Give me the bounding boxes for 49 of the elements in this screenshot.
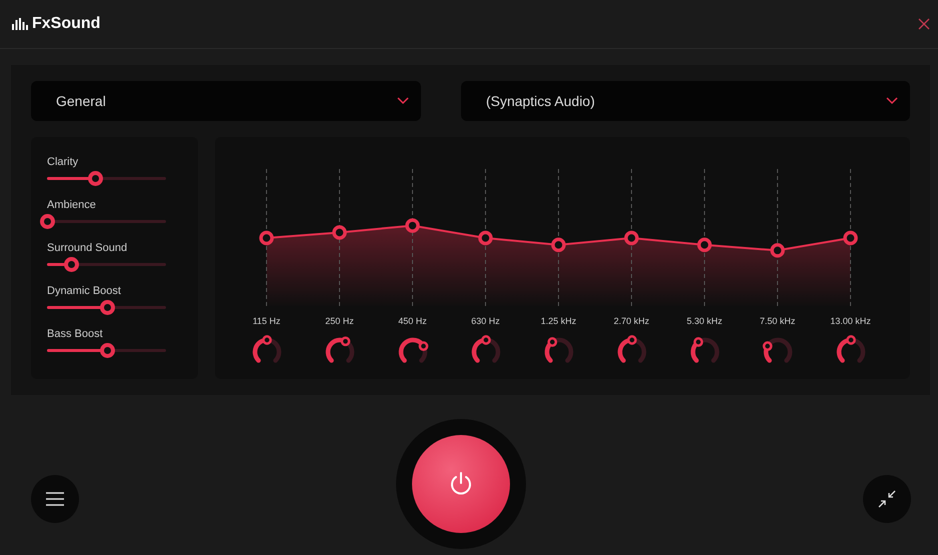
slider-thumb[interactable] [88, 171, 103, 186]
eq-handle[interactable] [624, 230, 639, 246]
band-slider[interactable] [770, 168, 785, 308]
band-label: 1.25 kHz [540, 315, 576, 328]
effect-label: Dynamic Boost [47, 284, 121, 298]
slider-thumb[interactable] [100, 300, 114, 315]
eq-handle[interactable] [332, 225, 347, 240]
band-label: 450 Hz [398, 315, 427, 328]
device-dropdown[interactable]: (Synaptics Audio) [460, 81, 910, 121]
band-slider[interactable] [551, 168, 566, 308]
chevron-icon [396, 97, 409, 105]
eq-handle[interactable] [478, 230, 493, 246]
band-label: 250 Hz [325, 315, 354, 328]
eq-handle[interactable] [405, 218, 420, 233]
eq-handle[interactable] [770, 243, 785, 258]
eq-handle[interactable] [697, 238, 712, 252]
effect-label: Clarity [47, 155, 78, 169]
band-slider[interactable] [697, 168, 712, 308]
menu-icon [46, 492, 64, 506]
band-slider[interactable] [259, 168, 274, 308]
band-slider[interactable] [478, 168, 493, 308]
eq-handle[interactable] [843, 230, 858, 246]
preset-dropdown[interactable]: General [31, 81, 421, 121]
eq-handle[interactable] [551, 238, 566, 252]
minimize-icon [877, 489, 897, 509]
effect-label: Ambience [47, 198, 96, 212]
band-label: 7.50 kHz [760, 315, 796, 328]
slider-thumb[interactable] [64, 257, 79, 272]
band-slider[interactable] [405, 168, 420, 308]
logo-icon [12, 18, 28, 30]
slider-thumb[interactable] [100, 343, 114, 358]
power-icon [448, 471, 474, 497]
effect-label: Surround Sound [47, 241, 128, 255]
band-slider[interactable] [624, 168, 639, 308]
slider-thumb[interactable] [40, 214, 55, 229]
band-label: 115 Hz [252, 315, 280, 328]
band-label: 2.70 kHz [614, 315, 650, 328]
band-label: 13.00 kHz [830, 315, 871, 328]
close-icon[interactable] [918, 18, 930, 30]
eq-handle[interactable] [259, 230, 274, 246]
band-label: 630 Hz [471, 315, 500, 328]
chevron-icon [886, 97, 898, 105]
power-button[interactable] [412, 435, 510, 533]
effect-label: Bass Boost [47, 327, 103, 341]
band-slider[interactable] [843, 168, 858, 308]
app-title: FxSound [32, 14, 100, 34]
menu-button[interactable] [31, 475, 79, 523]
band-slider[interactable] [332, 168, 347, 308]
band-label: 5.30 kHz [686, 315, 722, 328]
